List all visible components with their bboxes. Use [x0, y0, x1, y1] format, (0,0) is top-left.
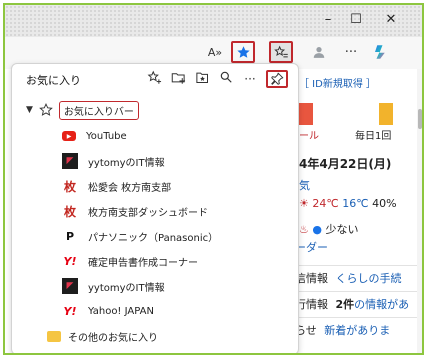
tile-image-2 — [379, 103, 393, 125]
other-favorites-label: その他のお気に入り — [68, 332, 158, 344]
yahoo-y-icon: Y! — [63, 254, 77, 268]
info2-label: 行情報 — [295, 298, 328, 311]
favorite-label: Yahoo! JAPAN — [88, 305, 154, 317]
pollen-icon: ♨ — [299, 223, 309, 236]
favorites-bar-label: お気に入りバー — [58, 100, 139, 120]
pollen-row: ♨ ● 少ない — [299, 221, 358, 237]
search-favorites-button[interactable] — [216, 70, 236, 88]
pollen-level: 少ない — [325, 223, 359, 236]
favorites-title: お気に入り — [26, 74, 81, 87]
favorite-item[interactable]: 枚 枚方南支部ダッシュボード — [62, 199, 208, 223]
read-aloud-icon: A» — [207, 45, 223, 59]
favorite-label: 確定申告書作成コーナー — [88, 257, 198, 269]
tile-label-1[interactable]: ール — [299, 127, 319, 142]
close-button[interactable]: ✕ — [380, 11, 402, 29]
expand-caret-icon[interactable]: ▼ — [26, 105, 33, 115]
favorite-item[interactable]: ◤ yytomyのIT情報 — [62, 149, 165, 173]
more-options-button[interactable]: ··· — [240, 70, 260, 88]
info-row-1: 信情報 くらしの手続 — [295, 265, 422, 286]
weather-label[interactable]: 気 — [299, 177, 310, 193]
favorites-list-icon — [273, 45, 288, 57]
search-icon — [220, 71, 232, 83]
manage-favorites-button[interactable] — [192, 70, 212, 88]
info-row-3: らせ 新着がありま — [295, 317, 422, 338]
copilot-icon — [375, 45, 385, 59]
weather-sun-icon: ☀ — [299, 197, 309, 210]
star-filled-icon — [236, 45, 250, 58]
folder-icon — [46, 328, 62, 344]
info2-link[interactable]: の情報があ — [354, 298, 409, 311]
favorite-label: yytomyのIT情報 — [88, 157, 165, 169]
favorite-label: パナソニック（Panasonic） — [88, 232, 219, 244]
tile-label-2[interactable]: 毎日1回 — [355, 127, 391, 142]
maximize-button[interactable]: ☐ — [345, 11, 367, 29]
tile-image-1 — [299, 103, 313, 125]
screenshot-frame: – ☐ ✕ A» ··· ［ ID新規取得 ］ ール 毎日1回 4年4月22日(… — [3, 3, 424, 355]
favorite-item[interactable]: Y! 確定申告書作成コーナー — [62, 249, 199, 273]
favorites-bar-folder[interactable]: ▼ お気に入りバー — [26, 98, 139, 122]
favorite-item[interactable]: Y! Yahoo! JAPAN — [62, 299, 154, 323]
favorite-item[interactable]: P パナソニック（Panasonic） — [62, 224, 218, 248]
copilot-button[interactable] — [369, 41, 393, 63]
favorites-header: お気に入り ··· — [12, 64, 298, 94]
info-row-2: 行情報 2件の情報があ — [295, 291, 422, 312]
star-plus-icon — [147, 70, 161, 84]
favorite-label: 枚方南支部ダッシュボード — [88, 207, 208, 219]
kanji-mai-icon: 枚 — [63, 204, 76, 219]
folder-plus-icon — [171, 73, 185, 84]
panasonic-p-icon: P — [65, 229, 75, 243]
kanji-mai-icon: 枚 — [63, 179, 76, 194]
favorite-label: YouTube — [86, 130, 127, 142]
favorites-pane: お気に入り ··· ▼ お気に入りバー ▶ YouTube ◤ yytomyのI… — [11, 63, 299, 353]
add-folder-button[interactable] — [168, 70, 188, 88]
person-icon — [313, 47, 325, 58]
info3-link[interactable]: 新着がありま — [324, 324, 390, 337]
temp-low: 16℃ — [342, 197, 369, 210]
settings-more-button[interactable]: ··· — [339, 41, 363, 63]
add-page-button[interactable] — [144, 70, 164, 88]
other-favorites-folder[interactable]: その他のお気に入り — [46, 324, 158, 348]
pin-icon — [271, 72, 284, 85]
read-aloud-button[interactable]: A» — [203, 41, 227, 63]
favorite-label: 松愛会 枚方南支部 — [88, 182, 172, 194]
weather-row: ☀ 24℃ 16℃ 40% — [299, 197, 397, 210]
id-signup-link[interactable]: ［ ID新規取得 ］ — [299, 75, 376, 90]
yytomy-icon: ◤ — [62, 153, 78, 169]
yytomy-icon: ◤ — [62, 278, 78, 294]
info2-count: 2件 — [335, 298, 355, 311]
yahoo-y-icon: Y! — [63, 304, 77, 318]
youtube-icon: ▶ — [62, 131, 76, 141]
background-webpage: ［ ID新規取得 ］ ール 毎日1回 4年4月22日(月) 気 ☀ 24℃ 16… — [295, 69, 422, 353]
favorite-item[interactable]: ◤ yytomyのIT情報 — [62, 274, 165, 298]
info1-link[interactable]: くらしの手続 — [336, 272, 402, 285]
profile-button[interactable] — [307, 41, 331, 63]
pin-favorites-button[interactable] — [266, 70, 288, 88]
add-favorite-button[interactable] — [231, 41, 255, 63]
star-outline-icon — [39, 103, 53, 116]
favorite-item[interactable]: 枚 松愛会 枚方南支部 — [62, 174, 171, 198]
favorites-button[interactable] — [269, 41, 293, 63]
temp-high: 24℃ — [312, 197, 339, 210]
favorite-item[interactable]: ▶ YouTube — [62, 124, 127, 148]
minimize-button[interactable]: – — [317, 11, 339, 29]
info1-label: 信情報 — [295, 272, 328, 285]
favorite-label: yytomyのIT情報 — [88, 282, 165, 294]
pollen-dot-icon: ● — [312, 223, 322, 236]
radar-link[interactable]: ーダー — [295, 239, 328, 255]
window-titlebar: – ☐ ✕ — [5, 5, 422, 37]
scroll-thumb[interactable] — [418, 109, 422, 129]
precip: 40% — [372, 197, 397, 210]
page-date: 4年4月22日(月) — [299, 157, 392, 171]
star-folder-icon — [195, 72, 208, 83]
page-scrollbar[interactable] — [417, 69, 422, 353]
